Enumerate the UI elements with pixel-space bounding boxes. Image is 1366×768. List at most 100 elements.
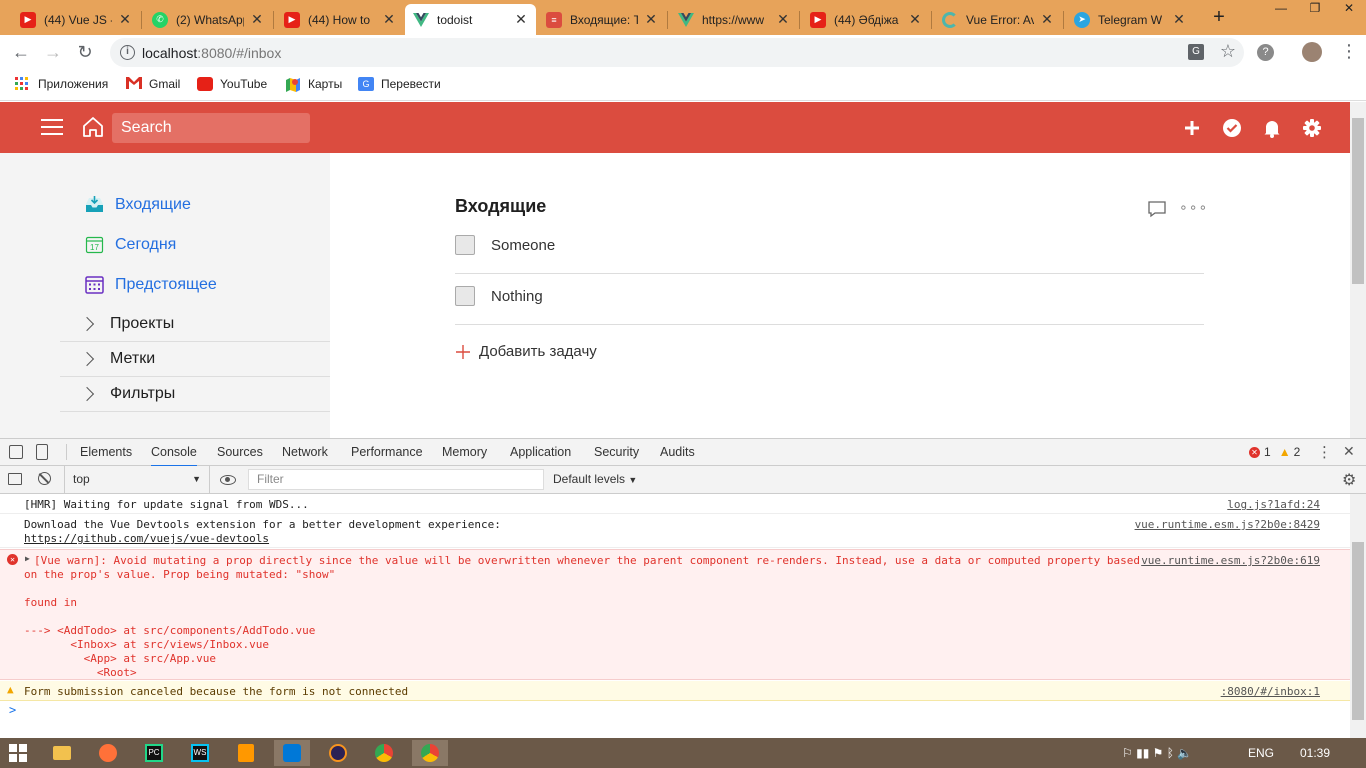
search-input[interactable]: Search xyxy=(112,113,310,143)
expand-triangle-icon[interactable]: ▶ xyxy=(25,554,30,563)
forward-icon[interactable]: → xyxy=(42,42,64,62)
task-checkbox[interactable] xyxy=(455,286,475,306)
chrome-icon[interactable] xyxy=(366,740,402,766)
bookmark-youtube[interactable]: YouTube xyxy=(197,77,267,91)
comment-icon[interactable] xyxy=(1147,199,1167,222)
sidebar-item-today[interactable]: 17 Сегодня xyxy=(84,234,176,255)
close-tab-icon[interactable]: ✕ xyxy=(514,11,528,28)
source-link[interactable]: vue.runtime.esm.js?2b0e:619 xyxy=(1141,554,1320,567)
browser-tab[interactable]: ▶ (44) How to ✕ xyxy=(276,4,404,35)
file-explorer-icon[interactable] xyxy=(44,740,80,766)
tab-performance[interactable]: Performance xyxy=(351,445,423,459)
check-circle-icon[interactable] xyxy=(1221,117,1243,139)
browser-tab[interactable]: ≡ Входящие: T ✕ xyxy=(538,4,666,35)
console-prompt[interactable]: > xyxy=(9,703,16,717)
close-tab-icon[interactable]: ✕ xyxy=(1172,11,1186,28)
close-tab-icon[interactable]: ✕ xyxy=(250,11,264,28)
sidebar-group-filters[interactable]: Фильтры xyxy=(60,377,330,412)
close-window-icon[interactable]: ✕ xyxy=(1332,0,1366,18)
device-toggle-icon[interactable] xyxy=(36,444,48,460)
chrome-active-icon[interactable] xyxy=(412,740,448,766)
close-devtools-icon[interactable]: ✕ xyxy=(1343,443,1355,460)
tab-network[interactable]: Network xyxy=(282,445,328,459)
pycharm-icon[interactable]: PC xyxy=(136,740,172,766)
home-icon[interactable] xyxy=(82,115,104,139)
close-tab-icon[interactable]: ✕ xyxy=(1040,11,1054,28)
console-settings-icon[interactable]: ⚙ xyxy=(1342,470,1356,490)
task-title[interactable]: Someone xyxy=(491,237,555,254)
tab-elements[interactable]: Elements xyxy=(80,445,132,459)
browser-tab[interactable]: ▶ (44) Vue JS - ✕ xyxy=(12,4,140,35)
tab-sources[interactable]: Sources xyxy=(217,445,263,459)
close-tab-icon[interactable]: ✕ xyxy=(776,11,790,28)
webstorm-icon[interactable]: WS xyxy=(182,740,218,766)
sublime-icon[interactable] xyxy=(228,740,264,766)
task-checkbox[interactable] xyxy=(455,235,475,255)
minimize-icon[interactable]: — xyxy=(1264,0,1298,18)
extension-icon[interactable]: ? xyxy=(1257,44,1274,61)
bell-icon[interactable] xyxy=(1261,117,1283,139)
tab-application[interactable]: Application xyxy=(510,445,571,459)
log-levels-select[interactable]: Default levels ▼ xyxy=(553,472,637,486)
menu-icon[interactable] xyxy=(41,119,63,135)
browser-tab[interactable]: ➤ Telegram W ✕ xyxy=(1066,4,1194,35)
browser-tab-active[interactable]: todoist ✕ xyxy=(405,4,536,35)
sidebar-item-upcoming[interactable]: Предстоящее xyxy=(84,274,217,295)
browser-tab[interactable]: ✆ (2) WhatsApp ✕ xyxy=(144,4,272,35)
avatar[interactable] xyxy=(1302,42,1322,62)
tab-memory[interactable]: Memory xyxy=(442,445,487,459)
inspect-icon[interactable] xyxy=(9,445,23,459)
close-tab-icon[interactable]: ✕ xyxy=(118,11,132,28)
url-text[interactable]: localhost:8080/#/inbox xyxy=(142,45,281,61)
tab-console[interactable]: Console xyxy=(151,445,197,467)
windows-start-icon[interactable] xyxy=(0,740,36,766)
bookmark-translate[interactable]: G Перевести xyxy=(358,77,441,91)
issue-counter[interactable]: ✕ 1 ▲ 2 xyxy=(1249,445,1300,459)
more-options-icon[interactable]: ∘∘∘ xyxy=(1179,199,1208,216)
console-scrollbar[interactable] xyxy=(1350,494,1366,738)
firefox-icon[interactable] xyxy=(90,740,126,766)
source-link[interactable]: vue.runtime.esm.js?2b0e:8429 xyxy=(1135,518,1320,531)
new-tab-button[interactable]: + xyxy=(1208,6,1230,28)
tray-icons[interactable]: ⚐ ▮▮ ⚑ ᛒ 🔈 xyxy=(1122,746,1192,760)
language-indicator[interactable]: ENG xyxy=(1248,746,1274,760)
bookmark-maps[interactable]: Карты xyxy=(285,77,342,92)
clock[interactable]: 01:39 xyxy=(1300,746,1330,760)
close-tab-icon[interactable]: ✕ xyxy=(644,11,658,28)
add-task-button[interactable]: Добавить задачу xyxy=(455,343,597,360)
tab-security[interactable]: Security xyxy=(594,445,639,459)
browser-tab[interactable]: ▶ (44) Әбдіжа ✕ xyxy=(802,4,930,35)
reload-icon[interactable]: ↻ xyxy=(74,42,96,62)
sidebar-group-labels[interactable]: Метки xyxy=(60,342,330,377)
sidebar-item-inbox[interactable]: Входящие xyxy=(84,194,191,215)
devtools-link[interactable]: https://github.com/vuejs/vue-devtools xyxy=(24,532,269,546)
bookmark-apps[interactable]: Приложения xyxy=(15,77,108,91)
sidebar-toggle-icon[interactable] xyxy=(8,473,22,485)
eye-icon[interactable] xyxy=(220,475,236,485)
bookmark-star-icon[interactable]: ☆ xyxy=(1220,41,1236,62)
devtools-menu-icon[interactable]: ⋮ xyxy=(1317,443,1332,461)
browser-tab[interactable]: Vue Error: Av ✕ xyxy=(934,4,1062,35)
clear-console-icon[interactable] xyxy=(38,472,51,485)
sidebar-group-projects[interactable]: Проекты xyxy=(60,307,330,342)
add-icon[interactable] xyxy=(1181,117,1203,139)
more-menu-icon[interactable]: ⋮ xyxy=(1340,41,1358,62)
gear-icon[interactable] xyxy=(1301,117,1323,139)
vscode-icon[interactable] xyxy=(274,740,310,766)
browser-tab[interactable]: https://www ✕ xyxy=(670,4,798,35)
restore-icon[interactable]: ❐ xyxy=(1298,0,1332,18)
info-icon[interactable]: i xyxy=(120,45,135,60)
translate-page-icon[interactable]: G xyxy=(1188,44,1204,60)
filter-input[interactable]: Filter xyxy=(248,469,544,490)
bookmark-gmail[interactable]: Gmail xyxy=(126,77,180,91)
context-select[interactable]: top ▼ xyxy=(64,466,210,493)
source-link[interactable]: log.js?1afd:24 xyxy=(1227,498,1320,511)
address-bar[interactable]: i localhost:8080/#/inbox G ☆ xyxy=(110,38,1244,67)
tab-audits[interactable]: Audits xyxy=(660,445,695,459)
eclipse-icon[interactable] xyxy=(320,740,356,766)
source-link[interactable]: :8080/#/inbox:1 xyxy=(1221,685,1320,698)
task-title[interactable]: Nothing xyxy=(491,288,543,305)
back-icon[interactable]: ← xyxy=(10,42,32,62)
close-tab-icon[interactable]: ✕ xyxy=(908,11,922,28)
page-scrollbar[interactable] xyxy=(1350,102,1366,438)
